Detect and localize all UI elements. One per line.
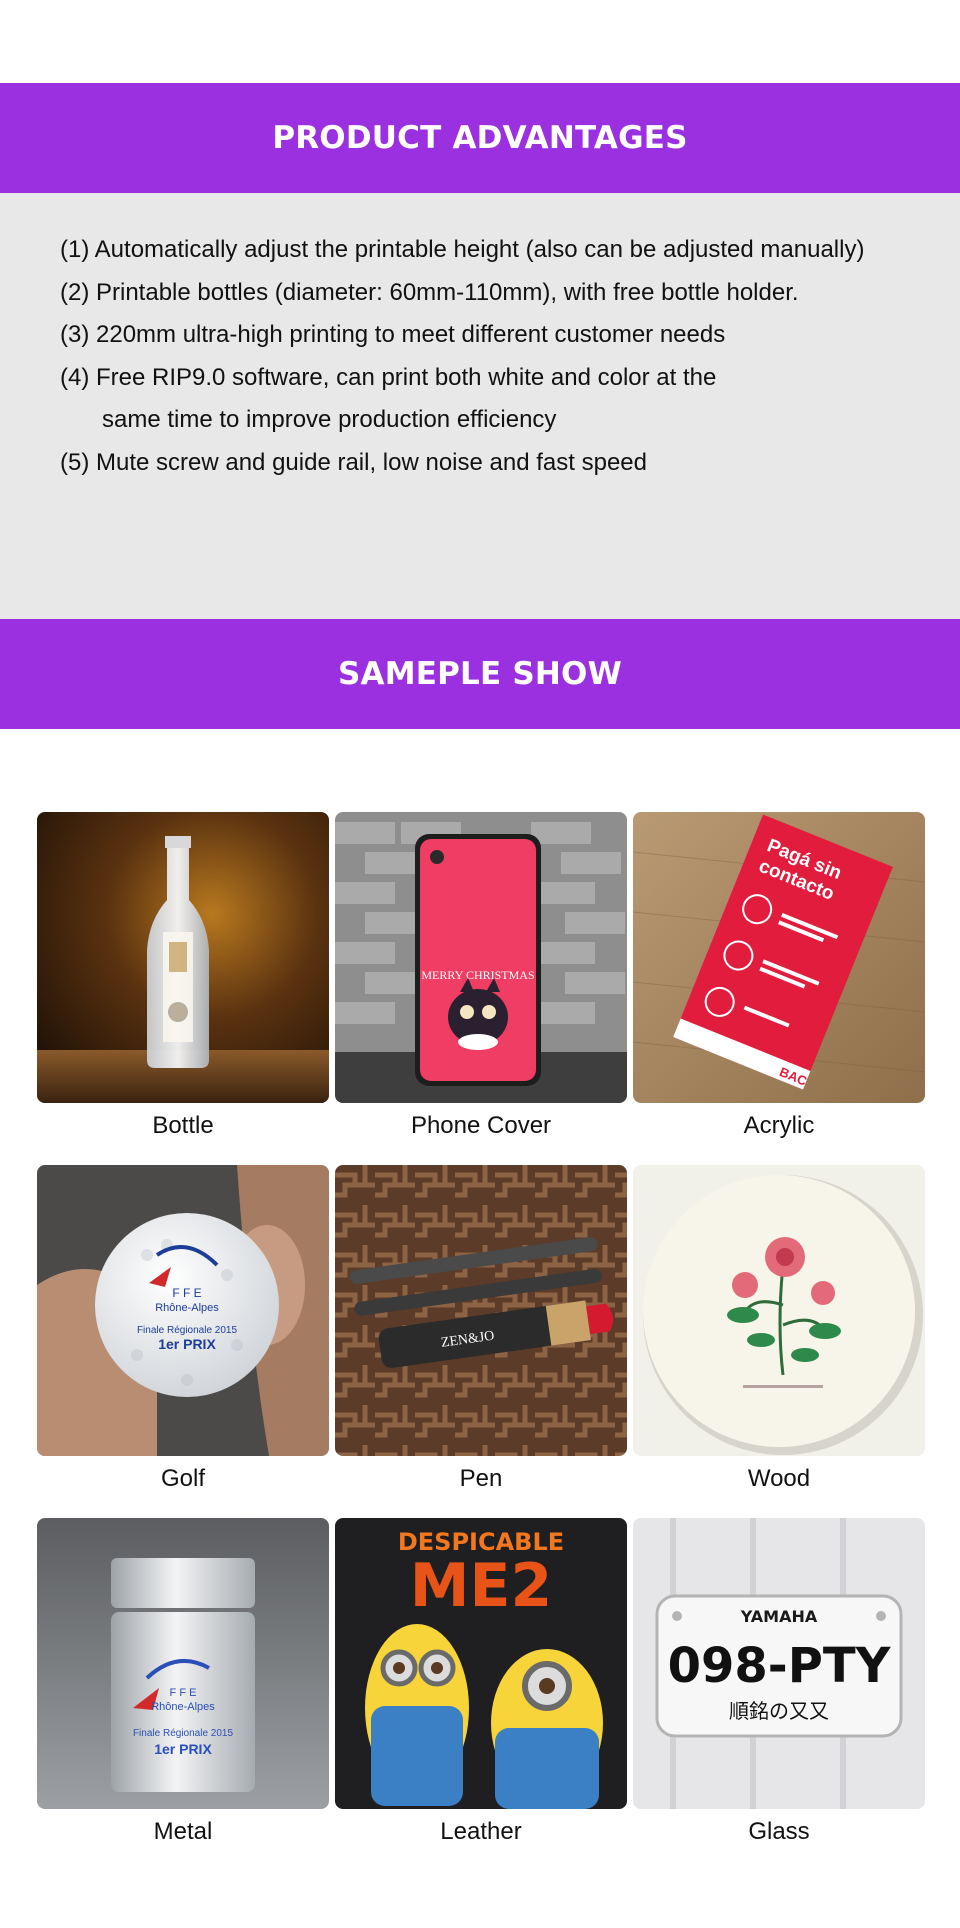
golf-print-line-1: F F E — [172, 1286, 201, 1300]
metal-print-line-3: Finale Régionale 2015 — [133, 1728, 234, 1739]
sample-tile-glass: YAMAHA 098-PTY 順銘の又又 Glass — [633, 1518, 925, 1846]
sample-caption: Bottle — [152, 1112, 214, 1139]
golf-print-line-4: 1er PRIX — [158, 1336, 216, 1352]
glass-print-line-2: 098-PTY — [668, 1638, 892, 1694]
sample-caption: Phone Cover — [410, 1112, 552, 1139]
advantage-item: (1) Automatically adjust the printable h… — [60, 236, 865, 263]
glass-photo: YAMAHA 098-PTY 順銘の又又 — [633, 1518, 925, 1809]
sample-tile-wood: Wood — [633, 1165, 925, 1493]
product-advantages-title: PRODUCT ADVANTAGES — [272, 120, 688, 156]
advantage-item: (5) Mute screw and guide rail, low noise… — [60, 448, 647, 476]
sample-show-banner: SAMEPLE SHOW — [0, 619, 960, 729]
glass-image: YAMAHA 098-PTY 順銘の又又 — [633, 1518, 925, 1809]
phone-print-text: MERRY CHRISTMAS — [421, 968, 534, 982]
sample-caption: Pen — [459, 1465, 503, 1492]
acrylic-image: Pagá sin contacto BAC — [633, 812, 925, 1103]
golf-photo: F F E Rhône-Alpes Finale Régionale 2015 … — [37, 1165, 329, 1456]
metal-photo: F F E Rhône-Alpes Finale Régionale 2015 … — [37, 1518, 329, 1809]
leather-print-line-2: ME2 — [410, 1551, 552, 1621]
golf-print-line-2: Rhône-Alpes — [155, 1302, 219, 1314]
sample-caption: Glass — [748, 1818, 810, 1845]
advantage-item: (4) Free RIP9.0 software, can print both… — [60, 363, 717, 391]
wood-photo — [633, 1165, 925, 1456]
sample-caption: Leather — [440, 1818, 522, 1845]
glass-print-line-3: 順銘の又又 — [729, 1699, 829, 1723]
sample-caption: Golf — [160, 1465, 205, 1492]
metal-image: F F E Rhône-Alpes Finale Régionale 2015 … — [37, 1518, 329, 1809]
sample-tile-pen: ZEN&JO Pen — [335, 1165, 627, 1493]
sample-tile-metal: F F E Rhône-Alpes Finale Régionale 2015 … — [37, 1518, 329, 1846]
sample-show-title: SAMEPLE SHOW — [337, 656, 622, 692]
golf-print-line-3: Finale Régionale 2015 — [137, 1325, 238, 1336]
metal-print-line-4: 1er PRIX — [154, 1741, 212, 1757]
leather-photo: DESPICABLE ME2 — [335, 1518, 627, 1809]
advantage-item: (2) Printable bottles (diameter: 60mm-11… — [60, 278, 799, 306]
sample-tile-phone-cover: MERRY CHRISTMAS Phone Cover — [335, 812, 627, 1140]
golf-image: F F E Rhône-Alpes Finale Régionale 2015 … — [37, 1165, 329, 1456]
sample-tile-golf: F F E Rhône-Alpes Finale Régionale 2015 … — [37, 1165, 329, 1493]
bottle-photo — [37, 812, 329, 1103]
sample-caption: Acrylic — [743, 1112, 815, 1139]
acrylic-photo: Pagá sin contacto BAC — [633, 812, 925, 1103]
advantage-item: (3) 220mm ultra-high printing to meet di… — [60, 321, 726, 348]
pen-photo: ZEN&JO — [335, 1165, 627, 1456]
sample-caption: Wood — [747, 1465, 811, 1492]
sample-tile-bottle: Bottle — [37, 812, 329, 1140]
advantages-list: (1) Automatically adjust the printable h… — [60, 229, 940, 484]
leather-image: DESPICABLE ME2 — [335, 1518, 627, 1809]
metal-print-line-2: Rhône-Alpes — [151, 1701, 215, 1713]
phone-cover-image: MERRY CHRISTMAS — [335, 812, 627, 1103]
glass-print-line-1: YAMAHA — [740, 1607, 818, 1626]
product-advantages-banner: PRODUCT ADVANTAGES — [0, 83, 960, 193]
pen-image: ZEN&JO — [335, 1165, 627, 1456]
metal-print-line-1: F F E — [170, 1687, 197, 1699]
advantages-panel: (1) Automatically adjust the printable h… — [0, 193, 960, 619]
advantage-item-continuation: same time to improve production efficien… — [102, 406, 557, 433]
sample-tile-acrylic: Pagá sin contacto BAC Acrylic — [633, 812, 925, 1140]
wood-image — [633, 1165, 925, 1456]
sample-tile-leather: DESPICABLE ME2 Leather — [335, 1518, 627, 1846]
phone-cover-photo: MERRY CHRISTMAS — [335, 812, 627, 1103]
bottle-image — [37, 812, 329, 1103]
sample-caption: Metal — [153, 1818, 213, 1845]
